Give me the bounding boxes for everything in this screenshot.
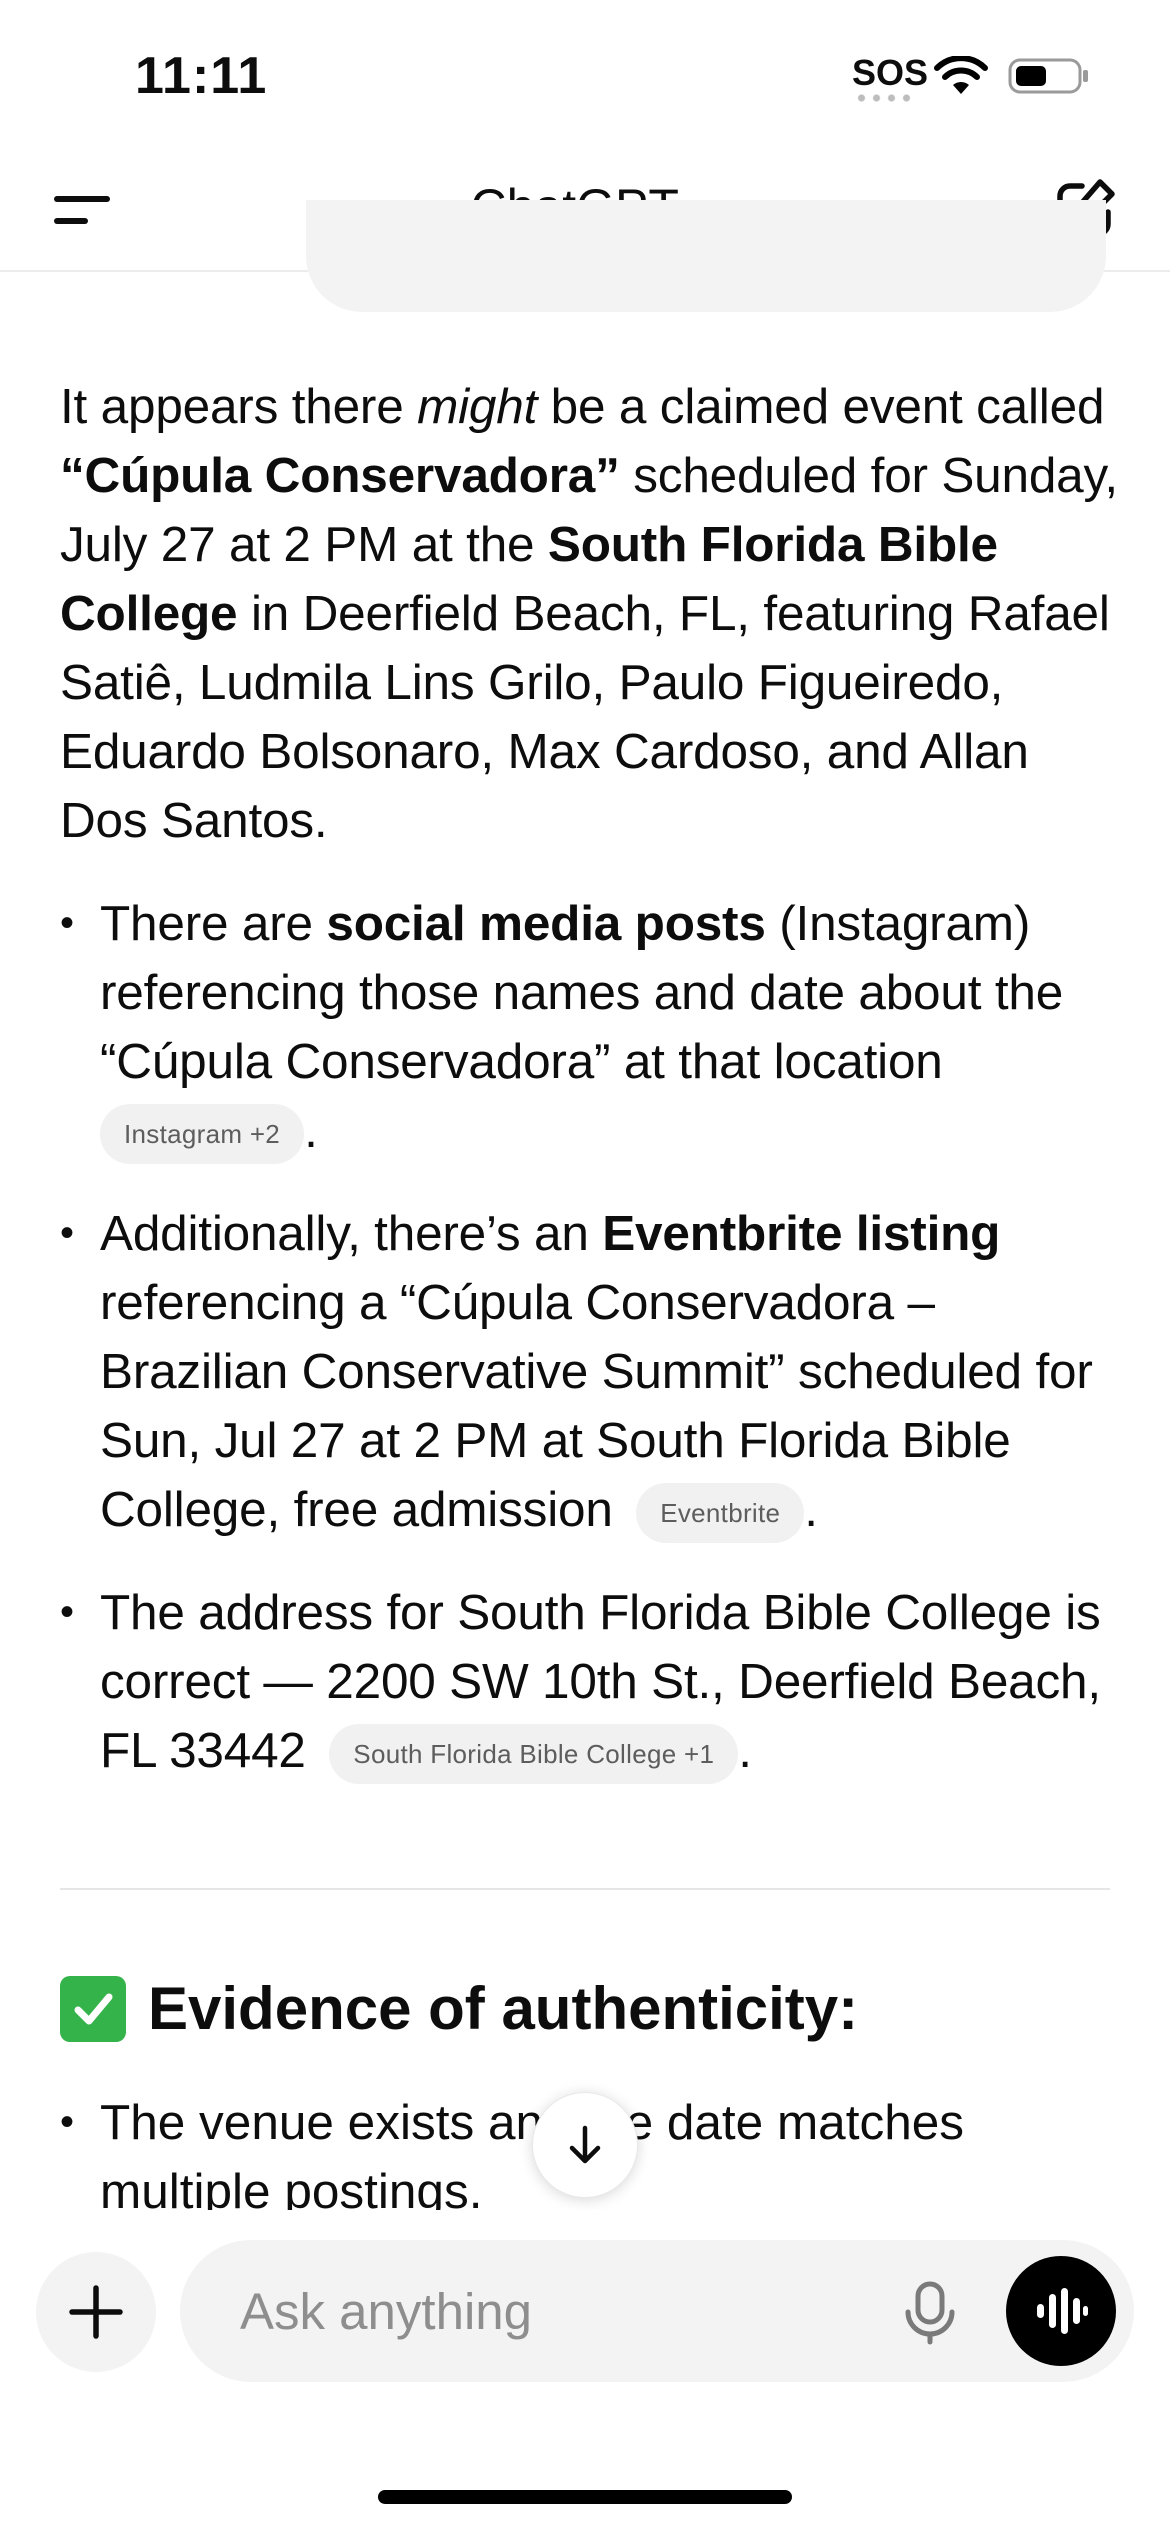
- text-span: referencing a “Cúpula Conservadora – Bra…: [100, 1275, 1093, 1537]
- text-span: .: [804, 1482, 818, 1537]
- voice-waveform-icon: [1037, 2288, 1088, 2334]
- scroll-to-bottom-button[interactable]: [532, 2092, 638, 2198]
- list-item: Additionally, there’s an Eventbrite list…: [60, 1199, 1120, 1544]
- text-span: .: [304, 1103, 318, 1158]
- emphasis-text: might: [417, 379, 538, 434]
- evidence-heading: Evidence of authenticity:: [60, 1974, 858, 2043]
- message-input[interactable]: Ask anything: [180, 2240, 1134, 2382]
- source-citation-pill[interactable]: Eventbrite: [636, 1482, 805, 1543]
- voice-mode-button[interactable]: [1006, 2256, 1116, 2366]
- source-citation-pill[interactable]: Instagram +2: [100, 1103, 305, 1164]
- text-span: .: [738, 1723, 752, 1778]
- plus-icon: [69, 2285, 123, 2339]
- findings-list: There are social media posts (Instagram)…: [60, 889, 1120, 1785]
- section-divider: [60, 1888, 1110, 1890]
- status-bar: 11:11 SOS: [0, 0, 1170, 150]
- status-time: 11:11: [135, 47, 268, 105]
- text-span: Additionally, there’s an: [100, 1206, 603, 1261]
- wifi-icon: [934, 56, 988, 94]
- assistant-message: It appears there might be a claimed even…: [60, 372, 1120, 1819]
- list-item: The address for South Florida Bible Coll…: [60, 1578, 1120, 1785]
- bold-text: social media posts: [326, 896, 766, 951]
- sos-indicator: SOS: [852, 52, 929, 93]
- text-span: It appears there: [60, 379, 418, 434]
- text-span: be a claimed event called: [537, 379, 1105, 434]
- text-span: There are: [100, 896, 327, 951]
- add-attachment-button[interactable]: [36, 2252, 156, 2372]
- intro-paragraph: It appears there might be a claimed even…: [60, 372, 1120, 855]
- previous-user-message-bubble: [306, 200, 1106, 312]
- source-citation-pill[interactable]: South Florida Bible College +1: [329, 1723, 739, 1784]
- arrow-down-icon: [569, 2125, 601, 2164]
- battery-icon: [1008, 58, 1088, 94]
- input-placeholder: Ask anything: [240, 2283, 533, 2340]
- home-indicator[interactable]: [378, 2490, 792, 2504]
- signal-dots-icon: [854, 94, 914, 102]
- bold-text: Eventbrite listing: [602, 1206, 1001, 1261]
- list-item: There are social media posts (Instagram)…: [60, 889, 1120, 1165]
- microphone-icon[interactable]: [900, 2280, 960, 2346]
- bold-text: “Cúpula Conservadora”: [60, 448, 620, 503]
- check-mark-button-icon: [60, 1975, 126, 2042]
- evidence-heading-text: Evidence of authenticity:: [148, 1975, 859, 2042]
